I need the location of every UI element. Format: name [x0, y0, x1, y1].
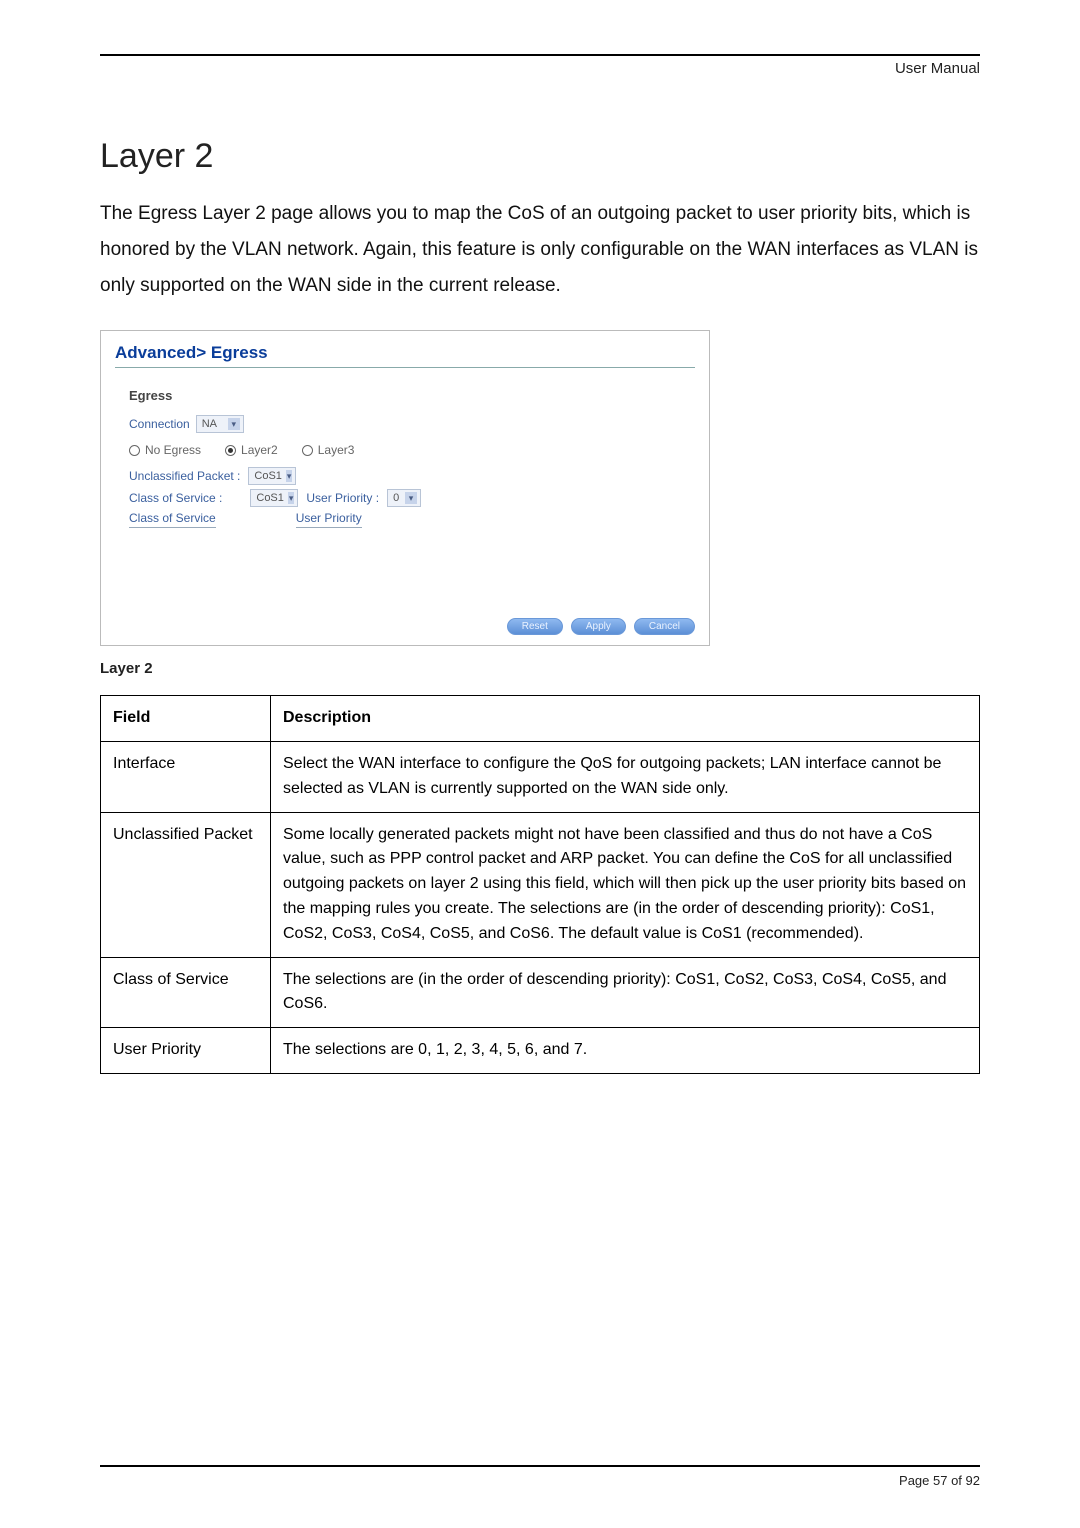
cell-desc: Select the WAN interface to configure th… [271, 742, 980, 813]
section-paragraph: The Egress Layer 2 page allows you to ma… [100, 196, 980, 304]
mode-no-egress[interactable]: No Egress [129, 443, 201, 457]
cell-field: Class of Service [101, 957, 271, 1028]
user-priority-value: 0 [393, 492, 399, 504]
breadcrumb: Advanced> Egress [115, 343, 695, 368]
mode-no-egress-label: No Egress [145, 443, 201, 457]
unclassified-row: Unclassified Packet : CoS1 ▾ [129, 467, 695, 485]
page-number: Page 57 of 92 [100, 1473, 980, 1488]
footer-rule [100, 1465, 980, 1467]
table-caption: Layer 2 [100, 660, 980, 677]
cos-head: Class of Service [129, 511, 216, 528]
cell-desc: The selections are (in the order of desc… [271, 957, 980, 1028]
chevron-down-icon: ▾ [288, 492, 294, 504]
cos-select-value: CoS1 [256, 492, 284, 504]
connection-row: Connection NA ▾ [129, 415, 695, 433]
egress-screenshot: Advanced> Egress Egress Connection NA ▾ … [100, 330, 710, 646]
unclassified-label: Unclassified Packet : [129, 469, 240, 483]
cell-desc: The selections are 0, 1, 2, 3, 4, 5, 6, … [271, 1028, 980, 1074]
connection-select[interactable]: NA ▾ [196, 415, 244, 433]
page-footer: Page 57 of 92 [100, 1465, 980, 1488]
header-rule [100, 54, 980, 56]
mode-row: No Egress Layer2 Layer3 [129, 443, 695, 457]
screenshot-footer: Reset Apply Cancel [115, 618, 695, 635]
radio-icon [302, 445, 313, 456]
radio-icon [129, 445, 140, 456]
user-priority-label: User Priority : [306, 491, 379, 505]
table-row: Unclassified Packet Some locally generat… [101, 812, 980, 957]
th-description: Description [271, 696, 980, 742]
unclassified-select-value: CoS1 [254, 470, 282, 482]
mode-layer2[interactable]: Layer2 [225, 443, 278, 457]
th-field: Field [101, 696, 271, 742]
cos-row: Class of Service : CoS1 ▾ User Priority … [129, 489, 695, 507]
mode-layer2-label: Layer2 [241, 443, 278, 457]
radio-icon [225, 445, 236, 456]
connection-label: Connection [129, 417, 190, 431]
user-priority-select[interactable]: 0 ▾ [387, 489, 421, 507]
up-head: User Priority [296, 511, 362, 528]
section-title: Layer 2 [100, 137, 980, 176]
cos-table-heads: Class of Service User Priority [129, 511, 695, 528]
apply-button[interactable]: Apply [571, 618, 626, 635]
table-row: Interface Select the WAN interface to co… [101, 742, 980, 813]
chevron-down-icon: ▾ [286, 470, 292, 482]
chevron-down-icon: ▾ [405, 492, 417, 504]
table-row: Class of Service The selections are (in … [101, 957, 980, 1028]
mode-layer3-label: Layer3 [318, 443, 355, 457]
table-row: User Priority The selections are 0, 1, 2… [101, 1028, 980, 1074]
table-header-row: Field Description [101, 696, 980, 742]
cell-field: Interface [101, 742, 271, 813]
cell-field: User Priority [101, 1028, 271, 1074]
cell-field: Unclassified Packet [101, 812, 271, 957]
cancel-button[interactable]: Cancel [634, 618, 695, 635]
reset-button[interactable]: Reset [507, 618, 563, 635]
connection-select-value: NA [202, 418, 217, 430]
chevron-down-icon: ▾ [228, 418, 240, 430]
mode-layer3[interactable]: Layer3 [302, 443, 355, 457]
cos-select[interactable]: CoS1 ▾ [250, 489, 298, 507]
cos-area: Unclassified Packet : CoS1 ▾ Class of Se… [129, 467, 695, 528]
unclassified-select[interactable]: CoS1 ▾ [248, 467, 296, 485]
header-right-text: User Manual [100, 60, 980, 77]
cos-label: Class of Service : [129, 491, 222, 505]
page: User Manual Layer 2 The Egress Layer 2 p… [0, 0, 1080, 1528]
cell-desc: Some locally generated packets might not… [271, 812, 980, 957]
egress-section-label: Egress [129, 388, 695, 403]
description-table: Field Description Interface Select the W… [100, 695, 980, 1074]
